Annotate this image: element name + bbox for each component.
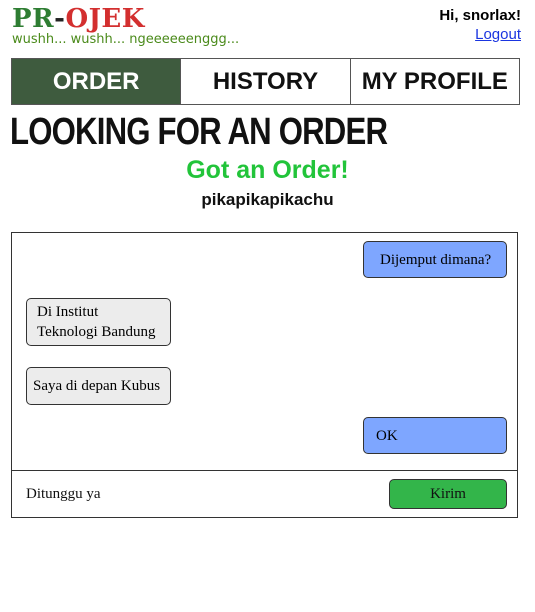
chat-message-driver: OK [363, 417, 507, 454]
send-button[interactable]: Kirim [389, 479, 507, 509]
chat-message-customer: Saya di depan Kubus [26, 367, 171, 405]
chat-message-driver: Dijemput dimana? [363, 241, 507, 278]
logout-link[interactable]: Logout [475, 26, 521, 43]
chat-message-input[interactable] [26, 481, 326, 507]
chat-message-customer: Di Institut Teknologi Bandung [26, 298, 171, 346]
customer-name: pikapikapikachu [201, 190, 334, 209]
page-title: LOOKING FOR AN ORDER [10, 111, 388, 153]
order-status: Got an Order! [186, 156, 349, 184]
main-nav: ORDER HISTORY MY PROFILE [11, 58, 520, 105]
logo-ojek: OJEK [65, 4, 145, 34]
logo-dash: - [54, 4, 66, 34]
app-logo: PR-OJEK wushh... wushh... ngeeeeeenggg..… [12, 4, 239, 47]
logo-tagline: wushh... wushh... ngeeeeeenggg... [12, 32, 240, 47]
tab-history[interactable]: HISTORY [180, 59, 350, 104]
tab-my-profile[interactable]: MY PROFILE [349, 59, 519, 104]
tab-order[interactable]: ORDER [12, 59, 181, 104]
user-greeting: Hi, snorlax! [439, 7, 521, 24]
chat-box: Dijemput dimana? Di Institut Teknologi B… [11, 232, 518, 518]
logo-pr: PR [12, 4, 55, 34]
chat-divider [12, 470, 517, 471]
logo-title: PR-OJEK [12, 4, 239, 34]
